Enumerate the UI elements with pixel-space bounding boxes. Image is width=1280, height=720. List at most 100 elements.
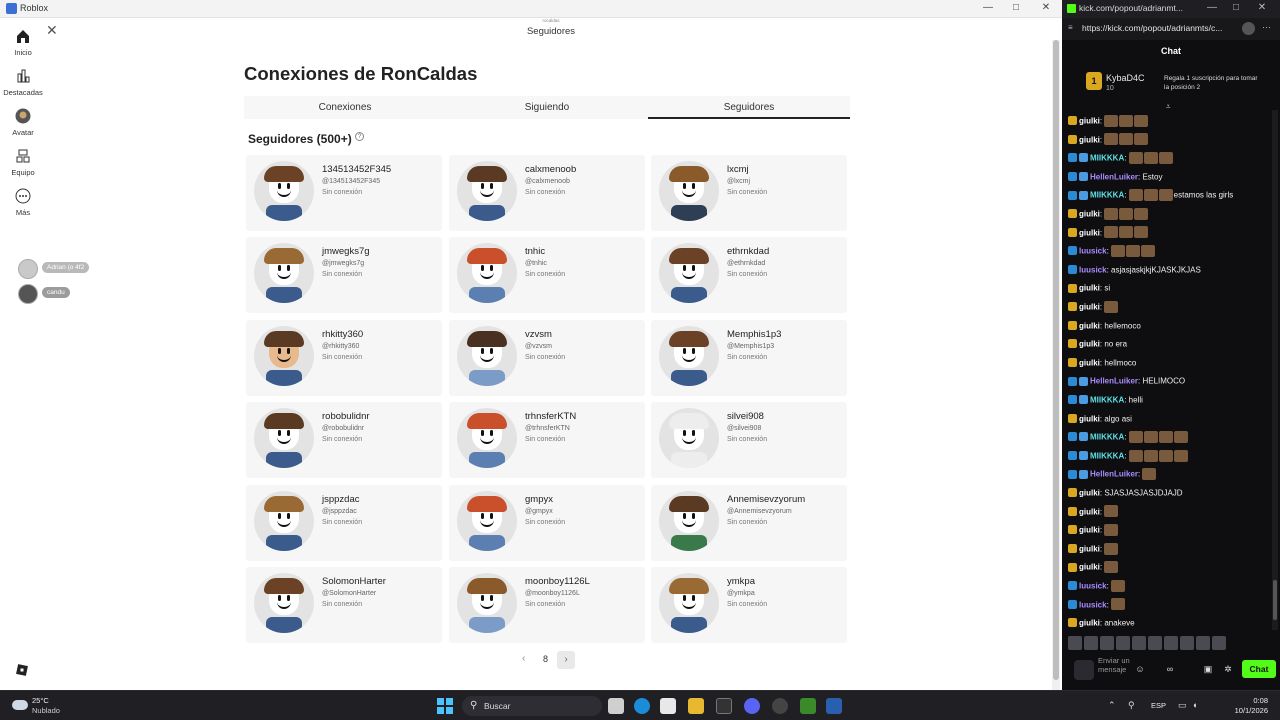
follower-card[interactable]: calxmenoob @calxmenoob Sin conexión <box>449 155 645 231</box>
follower-name[interactable]: trhnsferKTN <box>525 411 576 422</box>
chat-input[interactable]: Enviar un mensaje <box>1098 656 1130 674</box>
follower-avatar[interactable] <box>254 243 314 303</box>
emote-icon[interactable] <box>1132 636 1146 650</box>
clock-time[interactable]: 0:08 <box>1218 696 1268 705</box>
help-icon[interactable]: ? <box>355 132 365 141</box>
sidebar-item-destacadas[interactable]: Destacadas <box>0 68 46 97</box>
emote-icon[interactable] <box>1116 636 1130 650</box>
follower-avatar[interactable] <box>254 326 314 386</box>
tray-chevron-icon[interactable]: ⌃ <box>1108 700 1116 711</box>
discord-icon[interactable] <box>744 698 760 714</box>
follower-name[interactable]: Annemisevzyorum <box>727 494 805 505</box>
follower-name[interactable]: 134513452F345 <box>322 164 391 175</box>
emote-icon[interactable] <box>1100 636 1114 650</box>
follower-card[interactable]: robobulidnr @robobulidnr Sin conexión <box>246 402 442 478</box>
chat-username[interactable]: giulki <box>1079 135 1100 144</box>
tab-conexiones[interactable]: Conexiones <box>244 96 446 119</box>
emote-icon[interactable] <box>1196 636 1210 650</box>
emote-icon[interactable] <box>1148 636 1162 650</box>
page-scrollbar[interactable] <box>1052 40 1060 690</box>
chat-username[interactable]: giulki <box>1079 544 1100 553</box>
chat-username[interactable]: giulki <box>1079 618 1100 627</box>
edge-icon[interactable] <box>634 698 650 714</box>
follower-card[interactable]: Memphis1p3 @Memphis1p3 Sin conexión <box>651 320 847 396</box>
gift-icon[interactable]: ▣ <box>1202 663 1214 675</box>
follower-card[interactable]: ethrnkdad @ethrnkdad Sin conexión <box>651 237 847 313</box>
settings-icon[interactable]: ✲ <box>1222 663 1234 675</box>
follower-name[interactable]: robobulidnr <box>322 411 370 422</box>
chat-username[interactable]: giulki <box>1079 507 1100 516</box>
usb-icon[interactable]: ⚲ <box>1128 700 1135 711</box>
follower-avatar[interactable] <box>457 573 517 633</box>
taskbar-search[interactable]: ⚲ Buscar <box>462 696 602 716</box>
app-icon[interactable] <box>716 698 732 714</box>
window-close-icon[interactable]: ✕ <box>1032 2 1060 13</box>
roblox-logo-icon[interactable] <box>16 664 28 676</box>
emote-icon[interactable] <box>1068 636 1082 650</box>
sidebar-item-avatar[interactable]: Avatar <box>0 108 46 137</box>
chat-username[interactable]: luusick <box>1079 265 1107 274</box>
chat-username[interactable]: giulki <box>1079 488 1100 497</box>
follower-avatar[interactable] <box>659 326 719 386</box>
follower-name[interactable]: SolomonHarter <box>322 576 386 587</box>
follower-name[interactable]: jsppzdac <box>322 494 360 505</box>
next-page-icon[interactable]: › <box>557 651 575 669</box>
task-view-icon[interactable] <box>608 698 624 714</box>
follower-name[interactable]: lxcmj <box>727 164 749 175</box>
chat-username[interactable]: luusick <box>1079 600 1107 609</box>
follower-name[interactable]: ethrnkdad <box>727 246 769 257</box>
sidebar-item-mas[interactable]: Más <box>0 188 46 217</box>
follower-avatar[interactable] <box>659 573 719 633</box>
emote-icon[interactable] <box>1084 636 1098 650</box>
chat-username[interactable]: giulki <box>1079 525 1100 534</box>
roblox-app-icon[interactable] <box>826 698 842 714</box>
tab-seguidores[interactable]: Seguidores <box>648 96 850 119</box>
chat-username[interactable]: giulki <box>1079 414 1100 423</box>
tab-siguiendo[interactable]: Siguiendo <box>446 96 648 119</box>
follower-card[interactable]: rhkitty360 @rhkitty360 Sin conexión <box>246 320 442 396</box>
follower-avatar[interactable] <box>457 243 517 303</box>
store-icon[interactable] <box>660 698 676 714</box>
follower-name[interactable]: tnhic <box>525 246 545 257</box>
chat-username[interactable]: HellenLuiker <box>1090 172 1138 181</box>
clock-date[interactable]: 10/1/2026 <box>1218 706 1268 715</box>
follower-name[interactable]: rhkitty360 <box>322 329 363 340</box>
chat-username[interactable]: luusick <box>1079 581 1107 590</box>
follower-avatar[interactable] <box>457 326 517 386</box>
chat-username[interactable]: luusick <box>1079 246 1107 255</box>
emote-icon[interactable] <box>1164 636 1178 650</box>
chat-username[interactable]: MIIKKKA <box>1090 395 1124 404</box>
microphone-icon[interactable] <box>1074 660 1094 680</box>
chat-username[interactable]: giulki <box>1079 228 1100 237</box>
follower-name[interactable]: Memphis1p3 <box>727 329 781 340</box>
follower-card[interactable]: gmpyx @gmpyx Sin conexión <box>449 485 645 561</box>
follower-card[interactable]: jsppzdac @jsppzdac Sin conexión <box>246 485 442 561</box>
network-icon[interactable]: ▭ <box>1178 700 1187 711</box>
start-button[interactable] <box>437 698 453 714</box>
chat-scrollbar[interactable] <box>1272 110 1278 630</box>
file-explorer-icon[interactable] <box>688 698 704 714</box>
chat-username[interactable]: giulki <box>1079 358 1100 367</box>
kick-app-icon[interactable] <box>800 698 816 714</box>
follower-name[interactable]: jmwegks7g <box>322 246 370 257</box>
emoji-icon[interactable]: ☺ <box>1134 663 1146 675</box>
chat-username[interactable]: giulki <box>1079 339 1100 348</box>
chat-username[interactable]: giulki <box>1079 116 1100 125</box>
obs-icon[interactable] <box>772 698 788 714</box>
maximize-icon[interactable]: □ <box>1002 2 1030 13</box>
follower-name[interactable]: calxmenoob <box>525 164 576 175</box>
follower-avatar[interactable] <box>254 573 314 633</box>
chat-username[interactable]: giulki <box>1079 209 1100 218</box>
chat-username[interactable]: giulki <box>1079 302 1100 311</box>
site-info-icon[interactable]: ≡ <box>1068 23 1073 32</box>
follower-avatar[interactable] <box>457 491 517 551</box>
link-icon[interactable]: ∞ <box>1164 663 1176 675</box>
chat-username[interactable]: MIIKKKA <box>1090 451 1124 460</box>
follower-card[interactable]: SolomonHarter @SolomonHarter Sin conexión <box>246 567 442 643</box>
chat-username[interactable]: MIIKKKA <box>1090 432 1124 441</box>
chat-username[interactable]: MIIKKKA <box>1090 191 1124 200</box>
send-chat-button[interactable]: Chat <box>1242 660 1276 678</box>
chat-username[interactable]: giulki <box>1079 284 1100 293</box>
follower-avatar[interactable] <box>254 408 314 468</box>
chat-username[interactable]: HellenLuiker <box>1090 470 1138 479</box>
